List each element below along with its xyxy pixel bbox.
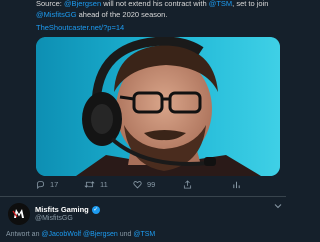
analytics-action[interactable] (232, 180, 241, 189)
player-photo (36, 37, 280, 176)
like-count: 99 (147, 180, 156, 189)
author-name[interactable]: Misfits Gaming ✓ (35, 205, 100, 214)
analytics-icon (233, 181, 240, 189)
tweet-text-suffix: , set to join (232, 0, 269, 8)
tweet-media-image[interactable] (36, 37, 280, 176)
reply-icon (36, 180, 45, 189)
like-icon (133, 181, 142, 189)
mention-tsm[interactable]: @TSM (209, 0, 232, 8)
divider (0, 196, 286, 197)
author-name-text: Misfits Gaming (35, 205, 89, 214)
tweet-text-line-2: @MisfitsGG ahead of the 2020 season. (36, 9, 281, 20)
retweet-count: 11 (100, 180, 108, 189)
misfits-logo-icon (8, 203, 30, 225)
tweet-link[interactable]: TheShoutcaster.net/?p=14 (36, 23, 124, 32)
reply-mention-bjergsen[interactable]: @Bjergsen (81, 231, 118, 238)
tweet-text-prefix: Source: (36, 0, 64, 8)
reply-prefix: Antwort an (6, 231, 42, 238)
author-handle[interactable]: @MisfitsGG (35, 215, 73, 222)
avatar[interactable] (8, 203, 30, 225)
like-action[interactable]: 99 (133, 180, 155, 189)
reply-count: 17 (50, 180, 59, 189)
tweet-text-middle: will not extend his contract with (101, 0, 209, 8)
retweet-icon (84, 181, 95, 188)
reply-mention-tsm[interactable]: @TSM (133, 231, 155, 238)
reply-to-line: Antwort an @JacobWolf @Bjergsen und @TSM (6, 231, 155, 238)
tweet-text-line-1: Source: @Bjergsen will not extend his co… (36, 0, 281, 9)
tweet-text-line2-suffix: ahead of the 2020 season. (76, 10, 168, 19)
reply-action[interactable]: 17 (36, 180, 58, 189)
tweet-actions: 17 11 99 (36, 180, 280, 194)
share-action[interactable] (183, 180, 192, 189)
tweet-text: Source: @Bjergsen will not extend his co… (36, 0, 281, 20)
mention-bjergsen[interactable]: @Bjergsen (64, 0, 101, 8)
tweet-thread: Source: @Bjergsen will not extend his co… (0, 0, 286, 242)
reply-mention-jacobwolf[interactable]: @JacobWolf (41, 231, 81, 238)
retweet-action[interactable]: 11 (84, 180, 108, 189)
reply-und: und (117, 231, 134, 238)
chevron-down-icon[interactable] (274, 203, 282, 209)
verified-badge-icon: ✓ (91, 205, 100, 214)
mention-misfits[interactable]: @MisfitsGG (36, 10, 77, 19)
share-icon (183, 180, 192, 189)
